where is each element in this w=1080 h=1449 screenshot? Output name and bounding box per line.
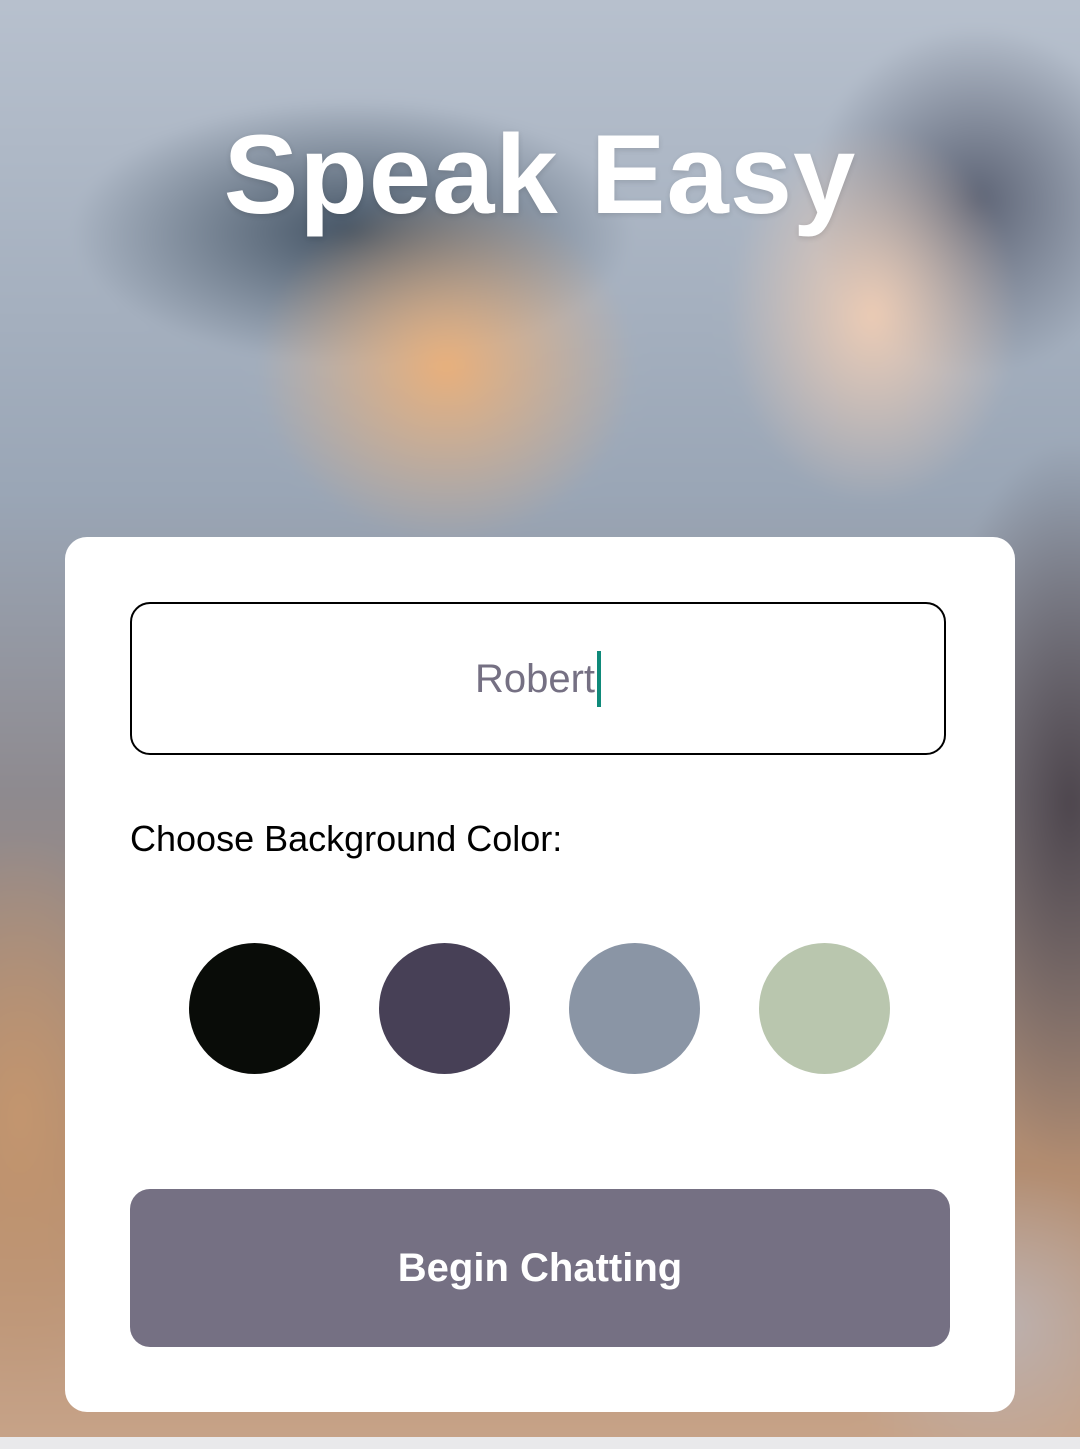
start-form-card: Robert Choose Background Color: Begin Ch… [65,537,1015,1412]
name-input-value: Robert [474,656,596,701]
start-screen: Speak Easy Robert Choose Background Colo… [0,0,1080,1437]
begin-chatting-button[interactable]: Begin Chatting [130,1189,950,1347]
text-cursor [597,650,602,707]
color-swatch-blue-gray[interactable] [569,943,700,1074]
color-swatch-group [189,943,891,1074]
color-swatch-black[interactable] [189,943,320,1074]
color-swatch-purple[interactable] [379,943,510,1074]
color-swatch-sage[interactable] [759,943,890,1074]
app-title: Speak Easy [223,112,857,237]
bottom-edge [0,1437,1080,1449]
name-input[interactable]: Robert [130,602,946,755]
color-choice-label: Choose Background Color: [130,818,563,859]
